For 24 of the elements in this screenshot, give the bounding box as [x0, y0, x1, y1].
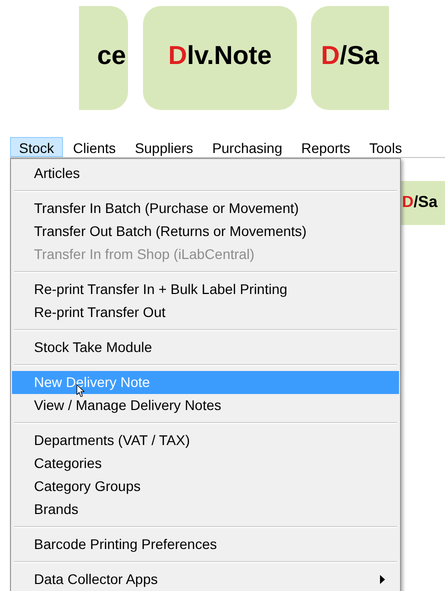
menu-item[interactable]: Barcode Printing Preferences	[12, 533, 399, 556]
menu-bar-item[interactable]: Purchasing	[203, 137, 292, 157]
menu-item[interactable]: Departments (VAT / TAX)	[12, 429, 399, 452]
tile-label: D/Sa	[402, 195, 438, 211]
menu-item[interactable]: Category Groups	[12, 475, 399, 498]
shortcut-tile[interactable]: D/Sa	[311, 6, 389, 110]
tile-label: Dlv.Note	[168, 42, 272, 68]
menu-item[interactable]: Stock Take Module	[12, 336, 399, 359]
menu-bar-item[interactable]: Reports	[292, 137, 360, 157]
tile-label: D/Sa	[321, 42, 379, 68]
menu-item[interactable]: Re-print Transfer In + Bulk Label Printing	[12, 278, 399, 301]
menu-bar-item[interactable]: Tools	[360, 137, 411, 157]
menu-item[interactable]: Brands	[12, 498, 399, 521]
menu-bar-item[interactable]: Suppliers	[126, 137, 202, 157]
menu-item[interactable]: Re-print Transfer Out	[12, 301, 399, 324]
menu-item[interactable]: Categories	[12, 452, 399, 475]
tile-label: ce	[97, 42, 126, 68]
menu-item[interactable]: Data Collector Apps	[12, 568, 399, 591]
menu-item[interactable]: View / Manage Delivery Notes	[12, 394, 399, 417]
submenu-arrow-icon	[380, 575, 385, 584]
menu-bar-item[interactable]: Stock	[10, 137, 64, 157]
shortcut-tile[interactable]: ce	[79, 6, 128, 110]
shortcut-tile[interactable]: Dlv.Note	[143, 6, 297, 110]
menu-bar-item[interactable]: Clients	[64, 137, 125, 157]
